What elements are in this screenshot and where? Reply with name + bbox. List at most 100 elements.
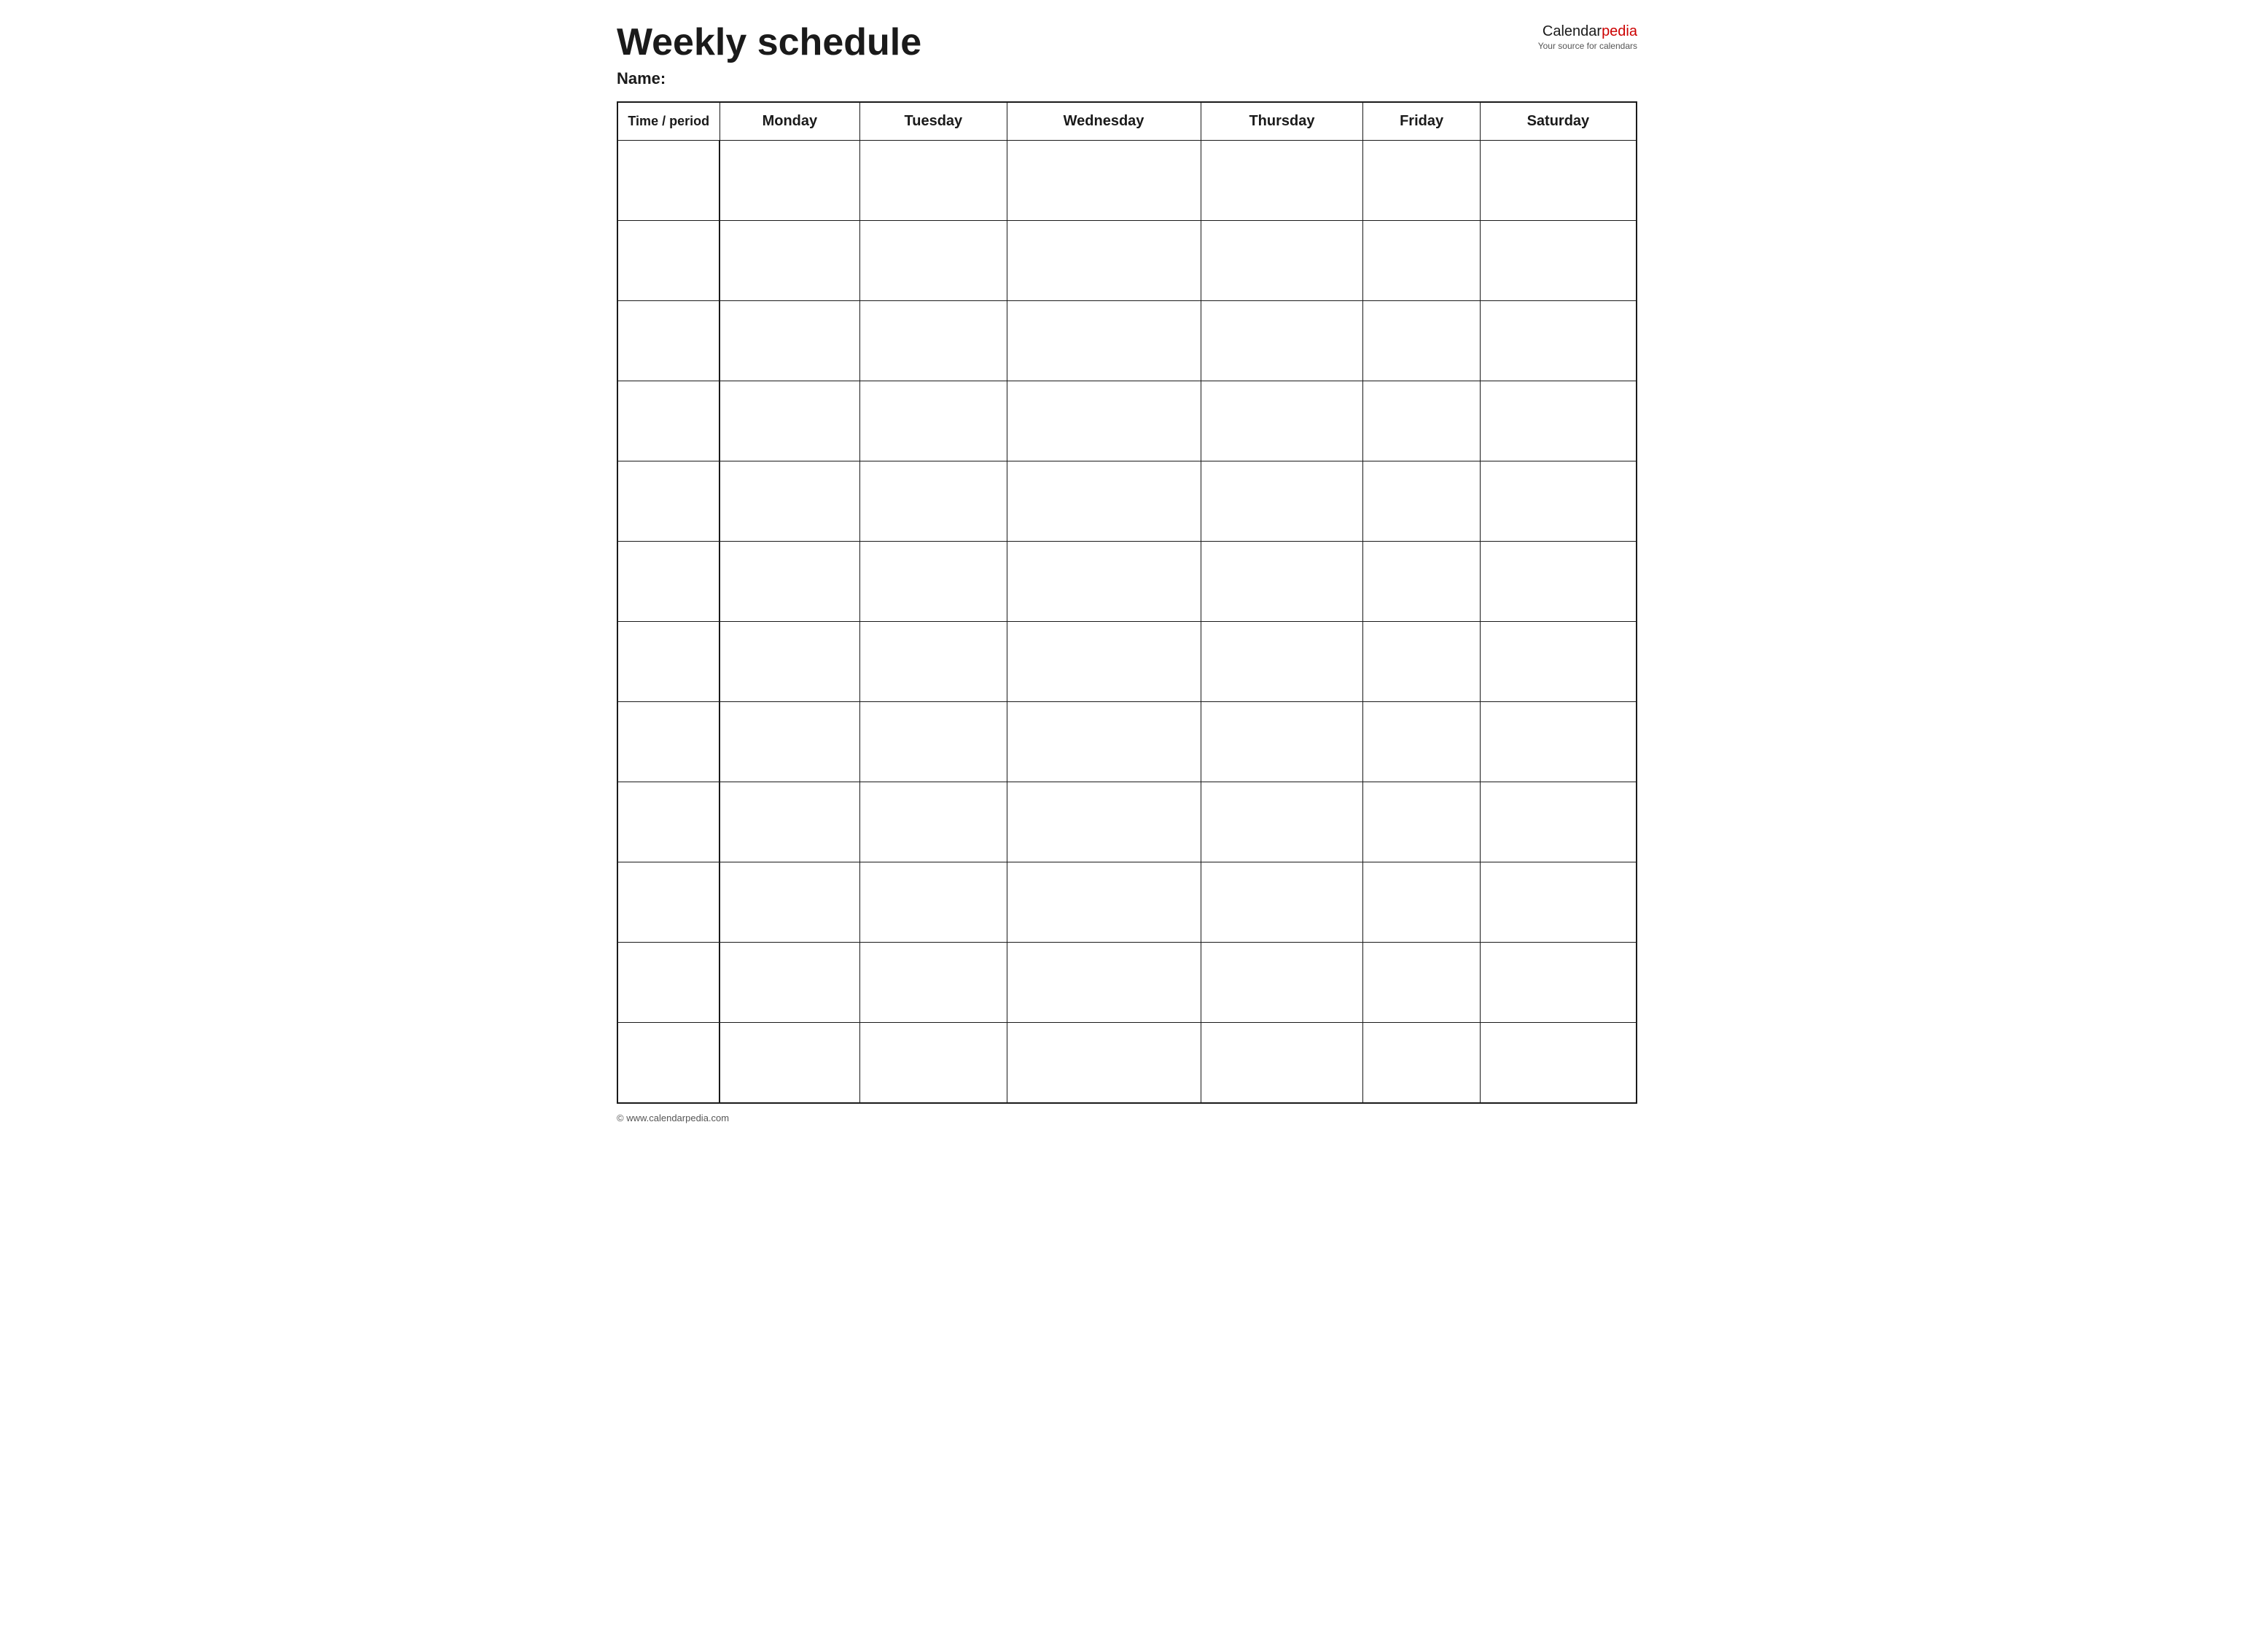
schedule-cell[interactable] — [1363, 782, 1480, 862]
schedule-cell[interactable] — [720, 221, 860, 301]
col-header-monday: Monday — [720, 102, 860, 141]
schedule-cell[interactable] — [1007, 542, 1201, 622]
time-cell[interactable] — [617, 622, 720, 702]
schedule-cell[interactable] — [1480, 1023, 1637, 1103]
schedule-cell[interactable] — [1480, 381, 1637, 461]
schedule-cell[interactable] — [1480, 141, 1637, 221]
schedule-cell[interactable] — [1363, 702, 1480, 782]
time-cell[interactable] — [617, 221, 720, 301]
schedule-cell[interactable] — [720, 782, 860, 862]
schedule-cell[interactable] — [1007, 1023, 1201, 1103]
schedule-cell[interactable] — [1007, 943, 1201, 1023]
schedule-cell[interactable] — [860, 702, 1007, 782]
schedule-cell[interactable] — [1201, 943, 1363, 1023]
schedule-table: Time / period Monday Tuesday Wednesday T… — [617, 101, 1637, 1104]
schedule-cell[interactable] — [1363, 542, 1480, 622]
name-label: Name: — [617, 69, 666, 87]
schedule-cell[interactable] — [1480, 862, 1637, 943]
page-wrapper: Weekly schedule Calendarpedia Your sourc… — [617, 22, 1637, 1123]
col-header-thursday: Thursday — [1201, 102, 1363, 141]
schedule-cell[interactable] — [860, 622, 1007, 702]
table-header-row: Time / period Monday Tuesday Wednesday T… — [617, 102, 1637, 141]
schedule-cell[interactable] — [860, 221, 1007, 301]
table-row — [617, 702, 1637, 782]
schedule-cell[interactable] — [1363, 622, 1480, 702]
schedule-cell[interactable] — [1201, 141, 1363, 221]
schedule-cell[interactable] — [860, 782, 1007, 862]
schedule-cell[interactable] — [1363, 1023, 1480, 1103]
table-row — [617, 141, 1637, 221]
schedule-cell[interactable] — [1007, 862, 1201, 943]
schedule-cell[interactable] — [720, 702, 860, 782]
schedule-cell[interactable] — [1480, 702, 1637, 782]
col-header-time: Time / period — [617, 102, 720, 141]
schedule-cell[interactable] — [1480, 542, 1637, 622]
schedule-cell[interactable] — [1007, 141, 1201, 221]
schedule-cell[interactable] — [1480, 782, 1637, 862]
logo-black: Calendar — [1543, 23, 1602, 39]
schedule-cell[interactable] — [860, 1023, 1007, 1103]
time-cell[interactable] — [617, 141, 720, 221]
col-header-tuesday: Tuesday — [860, 102, 1007, 141]
col-header-friday: Friday — [1363, 102, 1480, 141]
table-row — [617, 381, 1637, 461]
schedule-cell[interactable] — [720, 461, 860, 542]
schedule-cell[interactable] — [1363, 461, 1480, 542]
schedule-cell[interactable] — [1480, 221, 1637, 301]
schedule-cell[interactable] — [1480, 943, 1637, 1023]
schedule-cell[interactable] — [1201, 782, 1363, 862]
schedule-cell[interactable] — [1201, 702, 1363, 782]
schedule-cell[interactable] — [1480, 622, 1637, 702]
schedule-cell[interactable] — [1007, 782, 1201, 862]
schedule-cell[interactable] — [1201, 461, 1363, 542]
schedule-cell[interactable] — [1363, 943, 1480, 1023]
time-cell[interactable] — [617, 862, 720, 943]
schedule-cell[interactable] — [1201, 862, 1363, 943]
schedule-cell[interactable] — [860, 943, 1007, 1023]
schedule-cell[interactable] — [1007, 381, 1201, 461]
schedule-cell[interactable] — [720, 622, 860, 702]
schedule-cell[interactable] — [1201, 622, 1363, 702]
schedule-cell[interactable] — [1201, 381, 1363, 461]
time-cell[interactable] — [617, 461, 720, 542]
schedule-cell[interactable] — [860, 461, 1007, 542]
table-row — [617, 862, 1637, 943]
schedule-cell[interactable] — [720, 862, 860, 943]
schedule-cell[interactable] — [1201, 221, 1363, 301]
schedule-cell[interactable] — [860, 141, 1007, 221]
time-cell[interactable] — [617, 1023, 720, 1103]
schedule-cell[interactable] — [1007, 702, 1201, 782]
table-row — [617, 221, 1637, 301]
schedule-cell[interactable] — [720, 141, 860, 221]
schedule-cell[interactable] — [720, 301, 860, 381]
schedule-cell[interactable] — [720, 943, 860, 1023]
schedule-cell[interactable] — [860, 381, 1007, 461]
schedule-cell[interactable] — [1480, 301, 1637, 381]
schedule-cell[interactable] — [1007, 221, 1201, 301]
schedule-cell[interactable] — [720, 542, 860, 622]
time-cell[interactable] — [617, 542, 720, 622]
schedule-cell[interactable] — [1007, 461, 1201, 542]
schedule-cell[interactable] — [860, 301, 1007, 381]
schedule-cell[interactable] — [720, 381, 860, 461]
schedule-cell[interactable] — [1007, 301, 1201, 381]
time-cell[interactable] — [617, 943, 720, 1023]
schedule-cell[interactable] — [720, 1023, 860, 1103]
schedule-cell[interactable] — [860, 862, 1007, 943]
schedule-cell[interactable] — [860, 542, 1007, 622]
footer: © www.calendarpedia.com — [617, 1113, 1637, 1123]
time-cell[interactable] — [617, 782, 720, 862]
time-cell[interactable] — [617, 702, 720, 782]
schedule-cell[interactable] — [1363, 221, 1480, 301]
schedule-cell[interactable] — [1363, 301, 1480, 381]
time-cell[interactable] — [617, 301, 720, 381]
schedule-cell[interactable] — [1201, 1023, 1363, 1103]
schedule-cell[interactable] — [1363, 141, 1480, 221]
schedule-cell[interactable] — [1480, 461, 1637, 542]
schedule-cell[interactable] — [1201, 542, 1363, 622]
schedule-cell[interactable] — [1363, 381, 1480, 461]
schedule-cell[interactable] — [1363, 862, 1480, 943]
schedule-cell[interactable] — [1007, 622, 1201, 702]
schedule-cell[interactable] — [1201, 301, 1363, 381]
time-cell[interactable] — [617, 381, 720, 461]
